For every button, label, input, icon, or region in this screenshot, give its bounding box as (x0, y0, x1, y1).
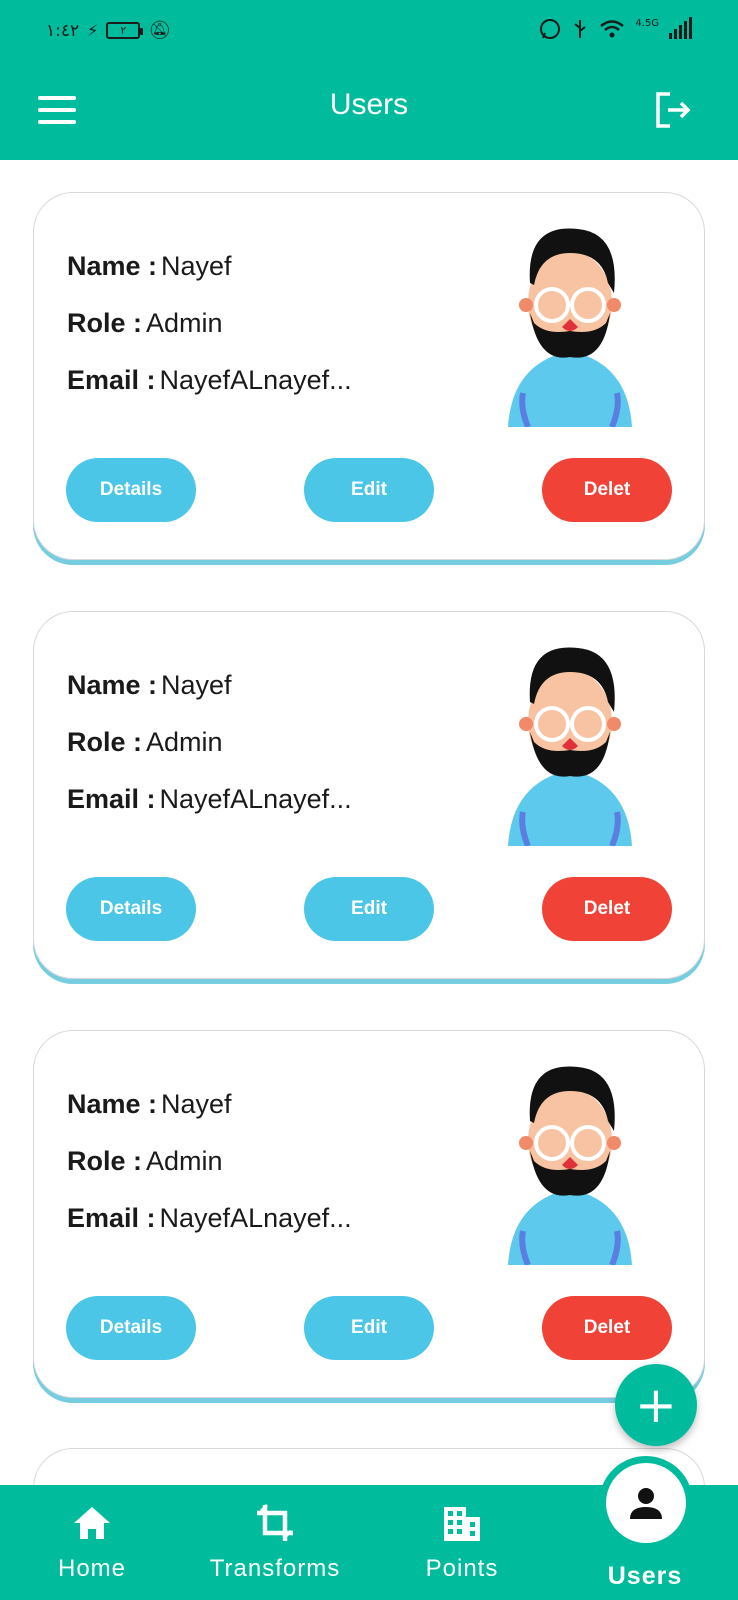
charging-icon: ⚡ (87, 21, 99, 40)
mute-icon: 🔕︎ (148, 20, 172, 41)
nav-transforms[interactable]: Transforms (195, 1485, 355, 1600)
signal-icon (669, 17, 692, 39)
nav-users-active-indicator[interactable] (599, 1456, 693, 1550)
nav-points-label: Points (425, 1555, 499, 1582)
crop-icon (257, 1503, 293, 1541)
top-app-bar: ١:٤٢ ⚡ ٢ 🔕︎ 4.5G Users (0, 0, 738, 160)
user-info: Name : Nayef Role : Admin Email : NayefALna… (67, 251, 352, 422)
user-email: NayefALnayef... (159, 784, 352, 814)
building-icon (444, 1507, 480, 1541)
email-label: Email : (67, 1203, 156, 1233)
delete-button[interactable]: Delet (542, 1296, 672, 1360)
role-label: Role : (67, 727, 143, 757)
status-left: ١:٤٢ ⚡ ٢ 🔕︎ (46, 20, 171, 41)
name-label: Name : (67, 251, 158, 281)
role-label: Role : (67, 308, 143, 338)
network-type: 4.5G (635, 18, 659, 29)
details-button[interactable]: Details (66, 877, 196, 941)
status-bar: ١:٤٢ ⚡ ٢ 🔕︎ 4.5G (0, 0, 738, 60)
details-button[interactable]: Details (66, 458, 196, 522)
user-info: Name : Nayef Role : Admin Email : NayefALna… (67, 670, 352, 841)
user-role: Admin (146, 727, 223, 757)
user-card: Name : Nayef Role : Admin Email : NayefALna… (33, 611, 705, 979)
nav-transforms-label: Transforms (209, 1555, 341, 1582)
delete-button[interactable]: Delet (542, 458, 672, 522)
avatar (498, 223, 642, 427)
avatar (498, 1061, 642, 1265)
user-name: Nayef (161, 1089, 232, 1119)
nav-points[interactable]: Points (410, 1485, 514, 1600)
user-card: Name : Nayef Role : Admin Email : NayefALna… (33, 192, 705, 560)
plus-icon: + (635, 1376, 677, 1434)
logout-icon[interactable] (654, 90, 694, 130)
user-email: NayefALnayef... (159, 365, 352, 395)
user-role: Admin (146, 1146, 223, 1176)
email-label: Email : (67, 365, 156, 395)
avatar (498, 642, 642, 846)
edit-button[interactable]: Edit (304, 1296, 434, 1360)
wifi-icon (600, 20, 625, 38)
email-label: Email : (67, 784, 156, 814)
name-label: Name : (67, 1089, 158, 1119)
battery-level: ٢ (120, 24, 127, 37)
usb-icon (574, 20, 586, 38)
battery-icon: ٢ (106, 22, 144, 39)
edit-button[interactable]: Edit (304, 877, 434, 941)
user-email: NayefALnayef... (159, 1203, 352, 1233)
delete-button[interactable]: Delet (542, 877, 672, 941)
add-user-button[interactable]: + (615, 1364, 697, 1446)
user-role: Admin (146, 308, 223, 338)
user-info: Name : Nayef Role : Admin Email : NayefALna… (67, 1089, 352, 1260)
user-name: Nayef (161, 251, 232, 281)
page-title: Users (329, 88, 409, 121)
nav-users-label: Users (607, 1562, 683, 1590)
nav-home[interactable]: Home (40, 1485, 144, 1600)
user-list[interactable]: Name : Nayef Role : Admin Email : NayefALna… (0, 160, 738, 1485)
person-icon (630, 1488, 662, 1519)
details-button[interactable]: Details (66, 1296, 196, 1360)
name-label: Name : (67, 670, 158, 700)
user-name: Nayef (161, 670, 232, 700)
role-label: Role : (67, 1146, 143, 1176)
status-time: ١:٤٢ (46, 20, 80, 41)
nav-users-icon-bg (606, 1463, 686, 1543)
home-icon (74, 1507, 110, 1539)
edit-button[interactable]: Edit (304, 458, 434, 522)
nav-home-label: Home (57, 1555, 127, 1582)
whatsapp-icon (540, 19, 561, 39)
user-card: Name : Nayef Role : Admin Email : NayefALna… (33, 1030, 705, 1398)
status-right: 4.5G (539, 17, 692, 40)
